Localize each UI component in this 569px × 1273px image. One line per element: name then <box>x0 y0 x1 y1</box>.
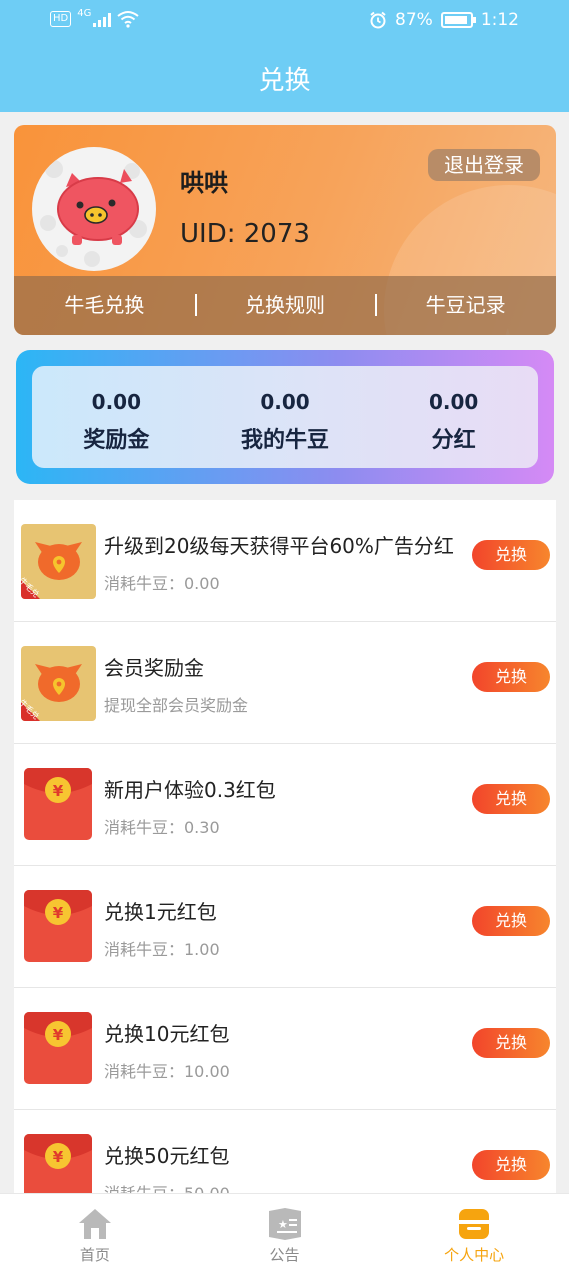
tab-exchange-rules[interactable]: 兑换规则 <box>194 276 376 335</box>
tab-label: 首页 <box>79 1246 110 1264</box>
alarm-icon <box>370 11 386 29</box>
item-subtitle: 消耗牛豆：1.00 <box>104 940 220 959</box>
tab-personal-center[interactable]: 个人中心 <box>379 1194 569 1273</box>
stat-my-niudou[interactable]: 0.00 我的牛豆 <box>201 366 370 468</box>
red-envelope-icon: ¥ <box>24 890 92 962</box>
red-envelope-icon: ¥ <box>24 768 92 840</box>
pig-avatar-icon <box>40 160 147 267</box>
item-title: 兑换1元红包 <box>104 900 217 924</box>
status-left: HD 4G <box>50 7 139 28</box>
gold-bull-icon: 牛毛兑 <box>21 524 96 599</box>
item-subtitle: 消耗牛豆：0.00 <box>104 574 220 593</box>
list-item: ¥ 兑换1元红包 消耗牛豆：1.00 兑换 <box>14 866 556 988</box>
hd-badge: HD <box>50 11 72 27</box>
stats-card: 0.00 奖励金 0.00 我的牛豆 0.00 分红 <box>16 350 554 484</box>
item-title: 会员奖励金 <box>104 656 204 680</box>
item-title: 新用户体验0.3红包 <box>104 778 276 802</box>
exchange-button[interactable]: 兑换 <box>472 662 550 692</box>
profile-card: ★ 哄哄 UID: 2073 退出登录 牛毛兑换 兑换规则 牛豆记录 <box>14 125 556 335</box>
app-header: HD 4G 87% 1:12 兑换 <box>0 0 569 112</box>
item-subtitle: 消耗牛豆：0.30 <box>104 818 220 837</box>
signal-icon <box>93 11 112 27</box>
exchange-list: 牛毛兑 升级到20级每天获得平台60%广告分红 消耗牛豆：0.00 兑换 牛毛兑… <box>14 500 556 1232</box>
tab-niumao-exchange[interactable]: 牛毛兑换 <box>14 276 195 335</box>
user-uid: UID: 2073 <box>180 219 310 249</box>
page-title: 兑换 <box>258 66 311 96</box>
stat-label: 奖励金 <box>83 428 150 453</box>
stat-label: 我的牛豆 <box>241 428 330 453</box>
exchange-button[interactable]: 兑换 <box>472 1028 550 1058</box>
red-envelope-icon: ¥ <box>24 1012 92 1084</box>
tab-label: 公告 <box>269 1246 300 1264</box>
gold-bull-icon: 牛毛兑 <box>21 646 96 721</box>
svg-text:¥: ¥ <box>53 1026 64 1044</box>
stat-value: 0.00 <box>260 390 310 414</box>
status-right: 87% 1:12 <box>369 10 519 30</box>
battery-percent: 87% <box>395 10 433 30</box>
svg-text:¥: ¥ <box>53 1148 64 1166</box>
status-bar: HD 4G 87% 1:12 <box>0 8 569 36</box>
exchange-button[interactable]: 兑换 <box>472 540 550 570</box>
stat-value: 0.00 <box>429 390 479 414</box>
svg-text:¥: ¥ <box>53 782 64 800</box>
list-item: ¥ 兑换10元红包 消耗牛豆：10.00 兑换 <box>14 988 556 1110</box>
item-subtitle: 消耗牛豆：10.00 <box>104 1062 230 1081</box>
list-item: 牛毛兑 升级到20级每天获得平台60%广告分红 消耗牛豆：0.00 兑换 <box>14 500 556 622</box>
home-icon <box>0 1204 190 1244</box>
svg-text:¥: ¥ <box>53 904 64 922</box>
exchange-button[interactable]: 兑换 <box>472 906 550 936</box>
stats-inner: 0.00 奖励金 0.00 我的牛豆 0.00 分红 <box>32 366 538 468</box>
tab-notice[interactable]: ★ 公告 <box>190 1194 380 1273</box>
stat-dividend[interactable]: 0.00 分红 <box>369 366 538 468</box>
wifi-icon <box>117 11 139 28</box>
notice-icon: ★ <box>190 1204 380 1244</box>
battery-icon <box>440 12 476 28</box>
avatar[interactable] <box>32 147 156 271</box>
list-item: ¥ 新用户体验0.3红包 消耗牛豆：0.30 兑换 <box>14 744 556 866</box>
logout-button[interactable]: 退出登录 <box>428 149 540 181</box>
exchange-button[interactable]: 兑换 <box>472 1150 550 1180</box>
status-time: 1:12 <box>480 10 519 30</box>
item-title: 兑换50元红包 <box>104 1144 230 1168</box>
item-title: 兑换10元红包 <box>104 1022 230 1046</box>
exchange-button[interactable]: 兑换 <box>472 784 550 814</box>
network-type: 4G <box>77 7 92 19</box>
tab-niudou-records[interactable]: 牛豆记录 <box>375 276 556 335</box>
user-name: 哄哄 <box>180 169 228 197</box>
stat-label: 分红 <box>431 428 476 453</box>
tab-home[interactable]: 首页 <box>0 1194 190 1273</box>
item-subtitle: 提现全部会员奖励金 <box>104 696 249 715</box>
list-item: 牛毛兑 会员奖励金 提现全部会员奖励金 兑换 <box>14 622 556 744</box>
item-title: 升级到20级每天获得平台60%广告分红 <box>104 534 454 558</box>
profile-tabs: 牛毛兑换 兑换规则 牛豆记录 <box>14 276 556 335</box>
svg-text:★: ★ <box>278 1218 288 1231</box>
personal-center-icon <box>379 1204 569 1244</box>
bottom-tabbar: 首页 ★ 公告 个人中心 <box>0 1193 569 1273</box>
stat-reward[interactable]: 0.00 奖励金 <box>32 366 201 468</box>
stat-value: 0.00 <box>91 390 142 414</box>
tab-label: 个人中心 <box>444 1246 505 1264</box>
